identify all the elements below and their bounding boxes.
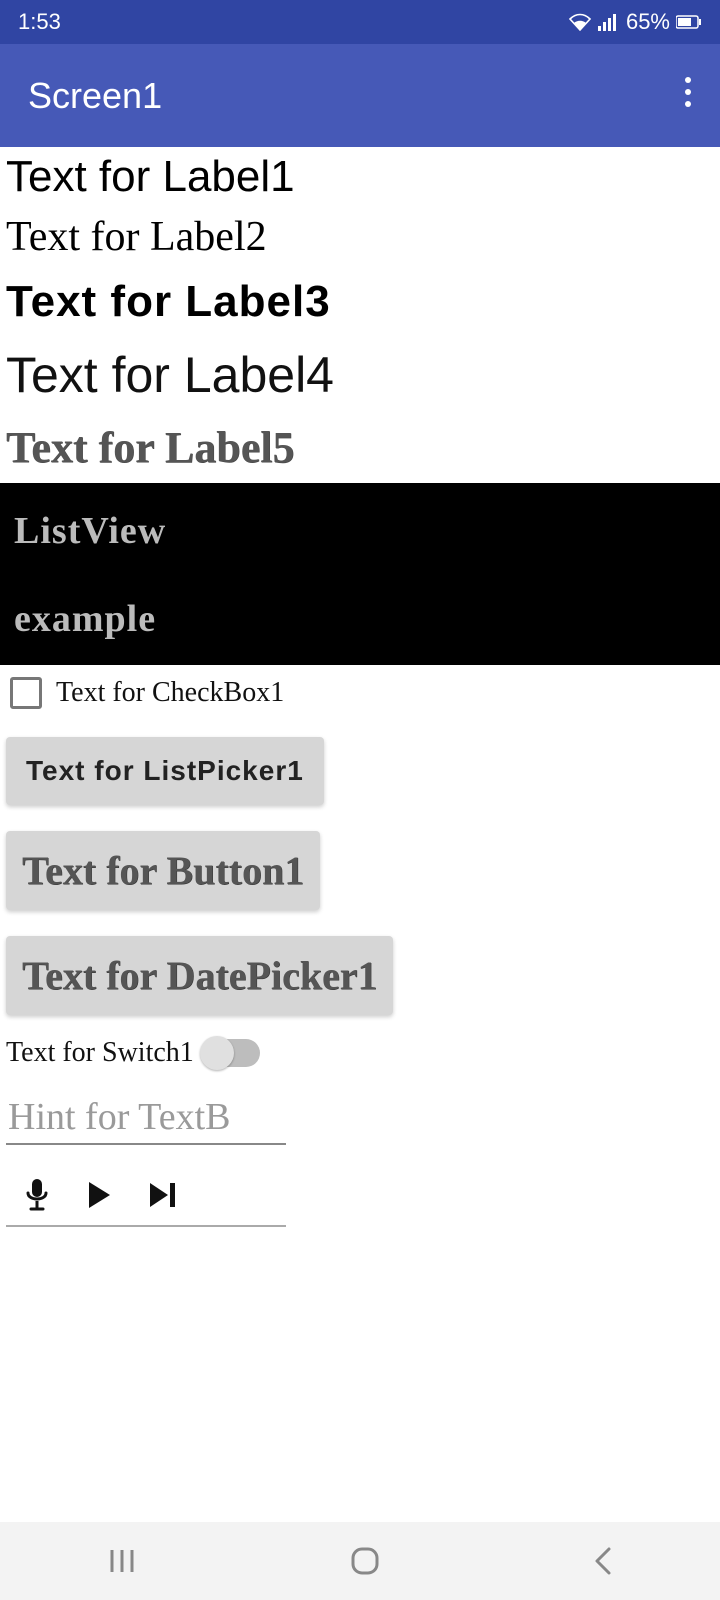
status-right: 65%: [568, 9, 702, 35]
app-title: Screen1: [28, 75, 162, 117]
label5: Text for Label5: [6, 418, 714, 477]
home-icon[interactable]: [349, 1545, 381, 1577]
listview[interactable]: ListView example: [0, 483, 720, 665]
content-area: Text for Label1 Text for Label2 Text for…: [0, 147, 720, 1229]
listview-item[interactable]: example: [14, 589, 706, 649]
checkbox-box-icon[interactable]: [10, 677, 42, 709]
battery-icon: [676, 15, 702, 29]
checkbox1[interactable]: Text for CheckBox1: [6, 667, 714, 719]
checkbox-label: Text for CheckBox1: [56, 677, 284, 709]
overflow-menu-icon[interactable]: [684, 75, 692, 117]
app-bar: Screen1: [0, 44, 720, 147]
wifi-icon: [568, 13, 592, 31]
listview-item[interactable]: ListView: [14, 501, 706, 589]
label4: Text for Label4: [6, 333, 714, 418]
status-bar: 1:53 65%: [0, 0, 720, 44]
status-battery-text: 65%: [626, 9, 670, 35]
label1: Text for Label1: [6, 149, 714, 204]
android-nav-bar: [0, 1522, 720, 1600]
signal-icon: [598, 13, 620, 31]
skip-next-icon[interactable]: [148, 1181, 178, 1209]
back-icon[interactable]: [591, 1545, 615, 1577]
label2: Text for Label2: [6, 204, 714, 271]
recent-apps-icon[interactable]: [105, 1546, 139, 1576]
switch1[interactable]: Text for Switch1: [6, 1037, 714, 1069]
label3: Text for Label3: [6, 271, 714, 333]
media-controls: [6, 1177, 286, 1227]
switch-toggle[interactable]: [202, 1039, 260, 1067]
play-icon[interactable]: [86, 1180, 112, 1210]
microphone-icon[interactable]: [24, 1177, 50, 1213]
switch-label: Text for Switch1: [6, 1037, 194, 1069]
button1[interactable]: Text for Button1: [6, 831, 320, 910]
datepicker1-button[interactable]: Text for DatePicker1: [6, 936, 393, 1015]
textbox1[interactable]: [6, 1089, 286, 1145]
status-time: 1:53: [18, 9, 61, 35]
listpicker1-button[interactable]: Text for ListPicker1: [6, 737, 324, 805]
